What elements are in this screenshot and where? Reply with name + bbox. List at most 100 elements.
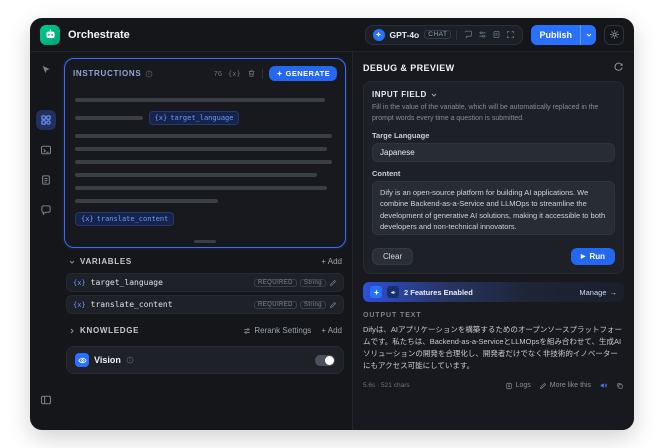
rerank-settings-button[interactable]: Rerank Settings xyxy=(243,326,311,335)
collapse-sidebar-icon[interactable] xyxy=(36,390,56,410)
instructions-card[interactable]: INSTRUCTIONS 76 {x} GENERATE {x} target_… xyxy=(64,58,346,248)
play-icon: ▶ xyxy=(580,254,586,260)
add-variable-button[interactable]: + Add xyxy=(321,257,342,266)
logs-button[interactable]: Logs xyxy=(505,382,531,390)
input-field-header[interactable]: INPUT FIELD xyxy=(372,90,615,99)
publish-chevron-down-icon[interactable] xyxy=(580,24,596,45)
type-badge: String xyxy=(299,300,326,309)
output-text: Difyは、AIアプリケーションを構築するためのオープンソースプラットフォームで… xyxy=(363,325,623,370)
debug-header: DEBUG & PREVIEW xyxy=(363,60,624,81)
token-count: 76 xyxy=(213,69,223,78)
model-selector[interactable]: GPT-4o CHAT xyxy=(364,24,524,45)
feature-spark-icon xyxy=(370,286,382,298)
app-window: Orchestrate GPT-4o CHAT Publish INSTRUCT… xyxy=(30,18,634,430)
debug-title: DEBUG & PREVIEW xyxy=(363,62,455,73)
skeleton-line xyxy=(75,116,143,120)
model-name: GPT-4o xyxy=(389,29,420,40)
required-badge: REQUIRED xyxy=(254,278,297,287)
orchestrate-panel: INSTRUCTIONS 76 {x} GENERATE {x} target_… xyxy=(62,52,352,430)
speaker-icon[interactable] xyxy=(599,381,608,390)
instructions-header: INSTRUCTIONS 76 {x} GENERATE xyxy=(65,59,345,85)
knowledge-title: KNOWLEDGE xyxy=(80,326,140,335)
chat-settings-icon[interactable] xyxy=(464,30,473,39)
top-bar: Orchestrate GPT-4o CHAT Publish xyxy=(30,18,634,52)
resize-handle[interactable] xyxy=(194,240,216,243)
features-enabled-bar[interactable]: 2 Features Enabled Manage → xyxy=(363,282,624,302)
variable-glyph: {x} xyxy=(73,300,86,309)
edit-variable-icon[interactable] xyxy=(329,279,337,287)
skeleton-line xyxy=(75,147,328,151)
knowledge-header: KNOWLEDGE Rerank Settings + Add xyxy=(64,317,346,339)
params-sliders-icon[interactable] xyxy=(478,30,487,39)
feature-speech-icon xyxy=(387,286,399,298)
sidebar-item-api-access[interactable] xyxy=(36,140,56,160)
divider xyxy=(456,29,458,40)
variable-glyph: {x} xyxy=(81,215,94,223)
generate-label: GENERATE xyxy=(285,69,330,78)
settings-gear-icon[interactable] xyxy=(604,24,624,45)
more-like-this-button[interactable]: More like this xyxy=(539,382,591,390)
variables-title: VARIABLES xyxy=(80,257,132,266)
expand-icon[interactable] xyxy=(506,30,515,39)
skeleton-line xyxy=(75,173,317,177)
output-text-title: OUTPUT TEXT xyxy=(363,312,422,319)
target-language-label: Targe Language xyxy=(372,131,430,140)
divider xyxy=(261,68,263,79)
logs-label: Logs xyxy=(515,382,531,389)
copy-icon[interactable] xyxy=(616,382,624,390)
output-stats: 5.6s · 521 chars xyxy=(363,382,410,389)
prompt-line: {x} target_language xyxy=(75,111,335,125)
model-provider-icon xyxy=(372,28,385,41)
publish-button[interactable]: Publish xyxy=(531,24,596,45)
vision-label: Vision xyxy=(94,355,121,365)
trash-icon[interactable] xyxy=(247,69,256,78)
chevron-down-icon[interactable] xyxy=(68,258,76,266)
insert-variable-icon[interactable]: {x} xyxy=(228,70,241,78)
manage-label: Manage xyxy=(579,287,607,297)
model-quick-actions xyxy=(464,30,515,39)
instructions-toolbar: 76 {x} GENERATE xyxy=(214,66,337,81)
vision-toggle[interactable] xyxy=(315,354,335,366)
target-language-select[interactable]: Japanese xyxy=(372,143,615,162)
variable-row-translate-content[interactable]: {x} translate_content REQUIRED String xyxy=(66,295,344,314)
type-badge: String xyxy=(299,278,326,287)
run-button[interactable]: ▶ Run xyxy=(570,248,615,265)
arrow-right-icon: → xyxy=(609,287,618,297)
edit-variable-icon[interactable] xyxy=(329,301,337,309)
variable-row-target-language[interactable]: {x} target_language REQUIRED String xyxy=(66,273,344,292)
model-mode-chip: CHAT xyxy=(424,30,452,39)
pointer-icon[interactable] xyxy=(36,60,56,80)
rerank-settings-label: Rerank Settings xyxy=(254,326,312,335)
instructions-title: INSTRUCTIONS xyxy=(73,69,142,78)
sidebar-item-logs[interactable] xyxy=(36,170,56,190)
sidebar-rail xyxy=(30,52,62,430)
input-field-description: Fill in the value of the variable, which… xyxy=(372,104,599,122)
variables-header: VARIABLES + Add xyxy=(64,248,346,270)
output-meta-row: 5.6s · 521 chars Logs More like this xyxy=(363,381,624,390)
page-title: Orchestrate xyxy=(68,28,130,41)
debug-preview-panel: DEBUG & PREVIEW INPUT FIELD Fill in the … xyxy=(352,52,634,430)
variable-chip-translate-content[interactable]: {x} translate_content xyxy=(75,212,175,226)
manage-features-button[interactable]: Manage → xyxy=(579,288,617,297)
run-label: Run xyxy=(589,252,605,261)
skeleton-line xyxy=(75,199,218,203)
clear-button[interactable]: Clear xyxy=(372,248,414,265)
info-icon xyxy=(145,70,153,78)
prompt-editor[interactable]: {x} target_language {x} translate_conten… xyxy=(65,85,345,243)
variable-chip-label: translate_content xyxy=(96,215,169,223)
chevron-right-icon[interactable] xyxy=(68,327,76,335)
publish-label: Publish xyxy=(539,29,572,40)
content-textarea[interactable]: Dify is an open-source platform for buil… xyxy=(372,181,615,235)
sidebar-item-orchestrate[interactable] xyxy=(36,110,56,130)
generate-button[interactable]: GENERATE xyxy=(268,66,337,81)
add-knowledge-button[interactable]: + Add xyxy=(321,326,342,335)
info-icon xyxy=(126,356,134,364)
prompt-log-icon[interactable] xyxy=(492,30,501,39)
sidebar-item-annotations[interactable] xyxy=(36,200,56,220)
variable-chip-target-language[interactable]: {x} target_language xyxy=(148,111,240,125)
input-field-title: INPUT FIELD xyxy=(372,90,427,99)
refresh-icon[interactable] xyxy=(613,62,624,73)
skeleton-line xyxy=(75,186,328,190)
variable-chip-label: target_language xyxy=(170,114,234,122)
app-logo-icon[interactable] xyxy=(40,24,60,45)
